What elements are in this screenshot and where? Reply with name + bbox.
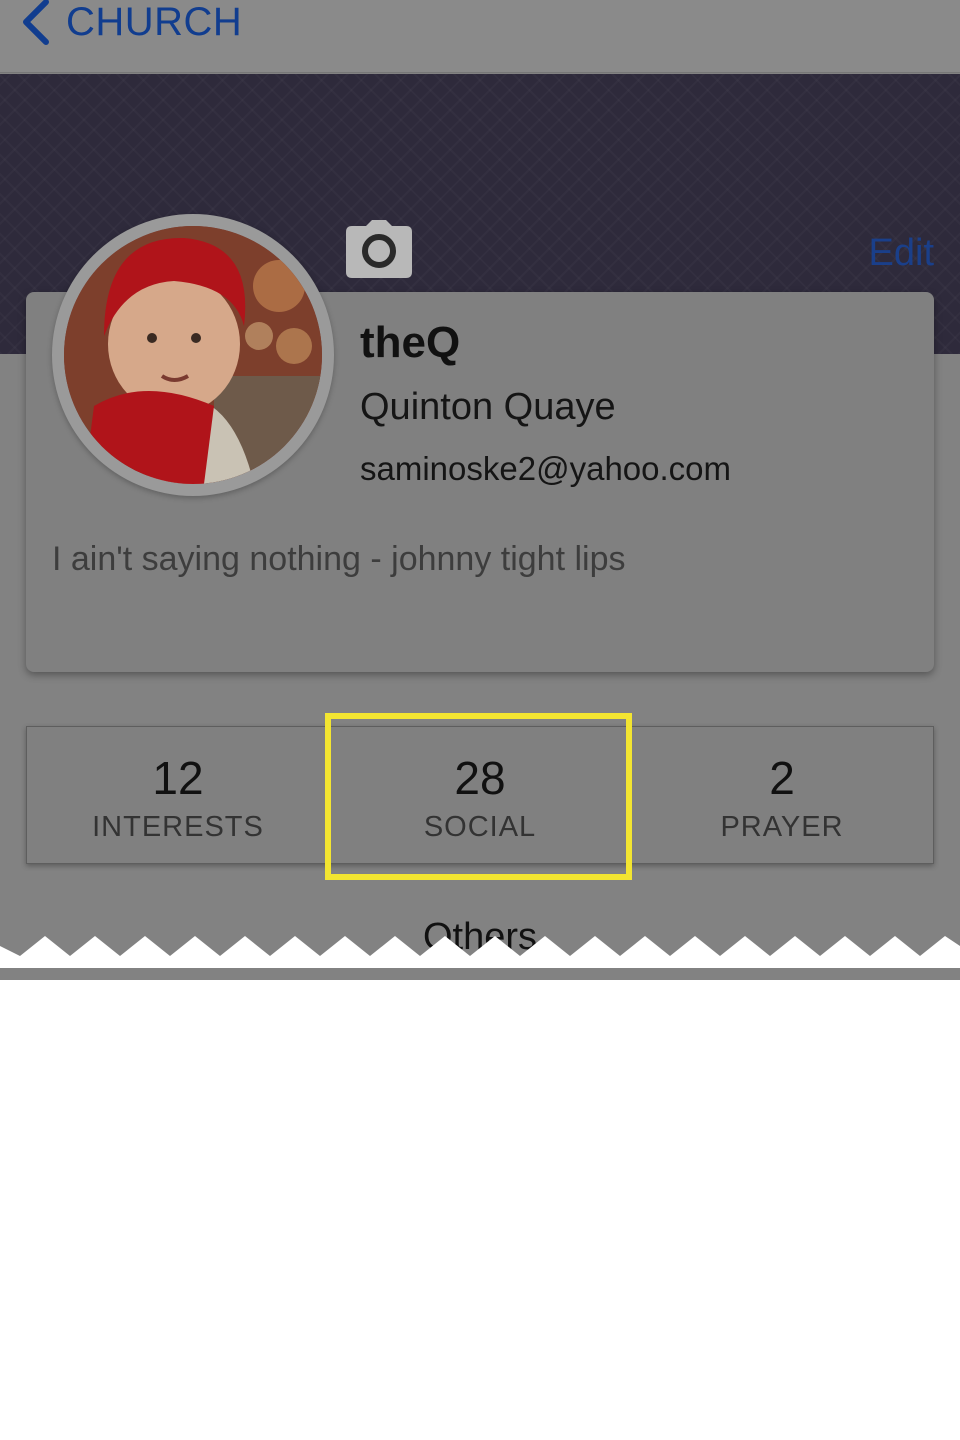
navigation-bar: CHURCH (0, 0, 960, 73)
stat-interests-count: 12 (152, 752, 204, 804)
chevron-left-icon (23, 0, 49, 45)
profile-username: theQ (360, 318, 461, 367)
back-button[interactable]: CHURCH (20, 0, 242, 52)
stat-prayer-label: PRAYER (720, 811, 844, 843)
highlight-box (325, 713, 632, 880)
avatar[interactable] (52, 214, 334, 496)
camera-icon (346, 220, 412, 278)
back-label: CHURCH (66, 0, 243, 44)
camera-button[interactable] (346, 220, 412, 278)
stat-prayer[interactable]: 2 PRAYER (631, 727, 933, 863)
profile-full-name: Quinton Quaye (360, 386, 616, 428)
avatar-photo (64, 226, 322, 484)
profile-email: saminoske2@yahoo.com (360, 450, 732, 487)
torn-edge (0, 936, 960, 968)
stat-interests[interactable]: 12 INTERESTS (27, 727, 329, 863)
stat-interests-label: INTERESTS (92, 811, 264, 843)
profile-bio: I ain't saying nothing - johnny tight li… (52, 540, 626, 578)
stat-prayer-count: 2 (769, 752, 795, 804)
app-screen: CHURCH Edit theQ Quinton Quaye saminoske… (0, 0, 960, 980)
edit-button[interactable]: Edit (869, 232, 934, 275)
